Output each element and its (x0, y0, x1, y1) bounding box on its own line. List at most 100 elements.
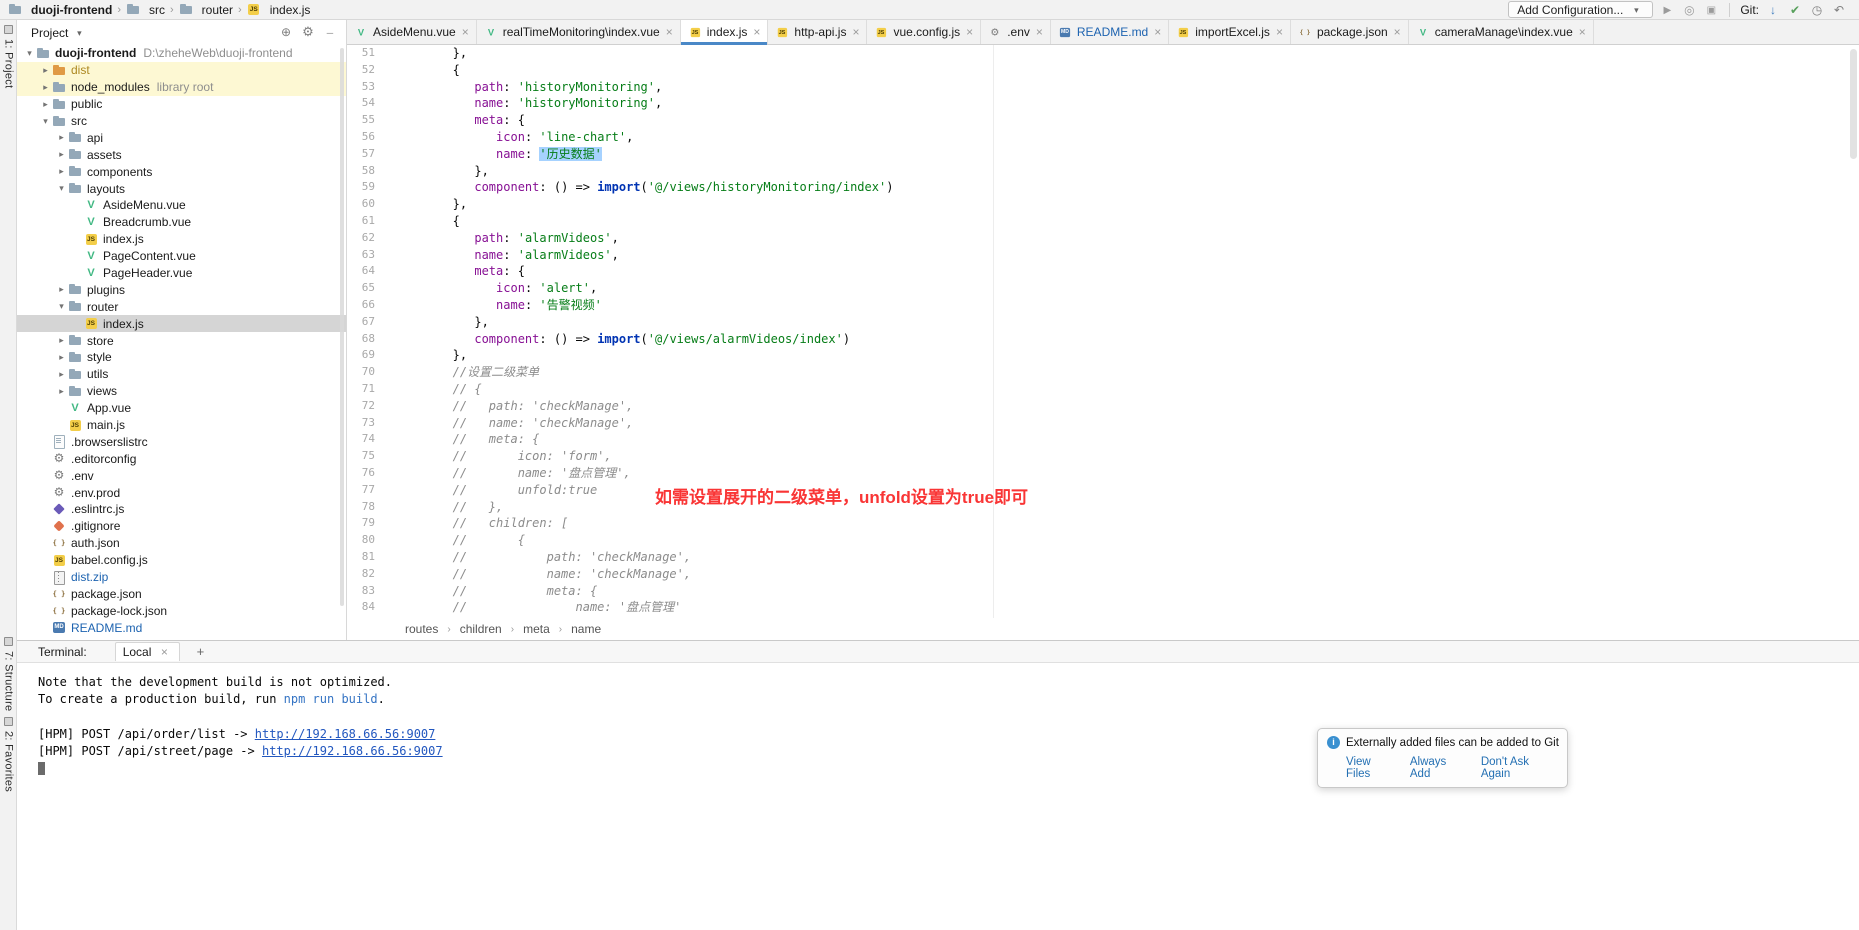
project-tree-row[interactable]: babel.config.js (17, 552, 346, 569)
vcs-commit-icon[interactable] (1787, 2, 1803, 18)
project-tree-row[interactable]: AsideMenu.vue (17, 197, 346, 214)
editor-tab[interactable]: importExcel.js× (1169, 20, 1291, 44)
notification-action-link[interactable]: Don't Ask Again (1481, 756, 1559, 780)
line-number[interactable]: 57 (347, 146, 375, 163)
code-line[interactable]: 72 // path: 'checkManage', (347, 398, 1859, 415)
breadcrumb-item[interactable]: index.js (245, 3, 313, 17)
code-breadcrumb-item[interactable]: name (571, 622, 601, 636)
line-number[interactable]: 52 (347, 62, 375, 79)
tab-close-icon[interactable]: × (1036, 25, 1043, 39)
line-number[interactable]: 79 (347, 515, 375, 532)
code-line[interactable]: 62 path: 'alarmVideos', (347, 230, 1859, 247)
tree-expand-arrow-icon[interactable]: ▾ (55, 301, 68, 312)
line-number[interactable]: 84 (347, 599, 375, 616)
line-number[interactable]: 81 (347, 549, 375, 566)
project-tree-row[interactable]: ▾router (17, 298, 346, 315)
line-number[interactable]: 66 (347, 297, 375, 314)
tab-close-icon[interactable]: × (1154, 25, 1161, 39)
code-line[interactable]: 83 // meta: { (347, 583, 1859, 600)
editor-tab[interactable]: package.json× (1291, 20, 1409, 44)
code-line[interactable]: 69 }, (347, 347, 1859, 364)
rollback-icon[interactable] (1831, 2, 1847, 18)
project-tree-row[interactable]: index.js (17, 231, 346, 248)
locate-file-icon[interactable] (278, 24, 294, 41)
profiler-icon[interactable] (1703, 1, 1719, 19)
project-tree-row[interactable]: ▸assets (17, 146, 346, 163)
code-line[interactable]: 68 component: () => import('@/views/alar… (347, 331, 1859, 348)
editor-tab[interactable]: AsideMenu.vue× (347, 20, 477, 44)
line-number[interactable]: 68 (347, 331, 375, 348)
project-scrollbar[interactable] (340, 48, 344, 606)
project-tree-row[interactable]: ▸utils (17, 366, 346, 383)
line-number[interactable]: 63 (347, 247, 375, 264)
code-line[interactable]: 78 // }, (347, 499, 1859, 516)
code-line[interactable]: 55 meta: { (347, 112, 1859, 129)
line-number[interactable]: 58 (347, 163, 375, 180)
code-line[interactable]: 77 // unfold:true (347, 482, 1859, 499)
project-tree-row[interactable]: .browserslistrc (17, 433, 346, 450)
editor-tab[interactable]: cameraManage\index.vue× (1409, 20, 1594, 44)
line-number[interactable]: 73 (347, 415, 375, 432)
line-number[interactable]: 54 (347, 95, 375, 112)
project-tool-window-button[interactable]: 1: Project (0, 25, 17, 88)
notification-action-link[interactable]: Always Add (1410, 756, 1468, 780)
line-number[interactable]: 80 (347, 532, 375, 549)
tree-expand-arrow-icon[interactable]: ▾ (39, 116, 52, 127)
project-tree-row[interactable]: ▸store (17, 332, 346, 349)
project-tree-row[interactable]: ▸api (17, 129, 346, 146)
tree-expand-arrow-icon[interactable]: ▸ (55, 166, 68, 177)
tree-expand-arrow-icon[interactable]: ▸ (55, 369, 68, 380)
gear-icon[interactable] (300, 24, 316, 41)
tree-expand-arrow-icon[interactable]: ▸ (55, 386, 68, 397)
line-number[interactable]: 76 (347, 465, 375, 482)
editor-tab[interactable]: index.js× (681, 20, 769, 44)
breadcrumb-item[interactable]: router (177, 3, 235, 17)
line-number[interactable]: 53 (347, 79, 375, 96)
line-number[interactable]: 60 (347, 196, 375, 213)
line-number[interactable]: 62 (347, 230, 375, 247)
project-tree-row[interactable]: ▸views (17, 383, 346, 400)
code-line[interactable]: 75 // icon: 'form', (347, 448, 1859, 465)
tree-expand-arrow-icon[interactable]: ▸ (55, 335, 68, 346)
tree-expand-arrow-icon[interactable]: ▸ (39, 99, 52, 110)
code-line[interactable]: 74 // meta: { (347, 431, 1859, 448)
project-tree-row[interactable]: package.json (17, 586, 346, 603)
editor-tab[interactable]: http-api.js× (768, 20, 867, 44)
project-tree-row[interactable]: ▾layouts (17, 180, 346, 197)
tree-expand-arrow-icon[interactable]: ▾ (55, 183, 68, 194)
code-line[interactable]: 79 // children: [ (347, 515, 1859, 532)
code-line[interactable]: 71 // { (347, 381, 1859, 398)
project-tree-row[interactable]: .editorconfig (17, 450, 346, 467)
line-number[interactable]: 65 (347, 280, 375, 297)
close-icon[interactable] (156, 644, 172, 660)
code-line[interactable]: 73 // name: 'checkManage', (347, 415, 1859, 432)
line-number[interactable]: 64 (347, 263, 375, 280)
line-number[interactable]: 83 (347, 583, 375, 600)
code-line[interactable]: 60 }, (347, 196, 1859, 213)
code-line[interactable]: 57 name: '历史数据' (347, 146, 1859, 163)
project-tree-row[interactable]: .env.prod (17, 484, 346, 501)
line-number[interactable]: 67 (347, 314, 375, 331)
line-number[interactable]: 51 (347, 45, 375, 62)
tab-close-icon[interactable]: × (753, 25, 760, 39)
code-line[interactable]: 64 meta: { (347, 263, 1859, 280)
history-icon[interactable] (1809, 2, 1825, 18)
line-number[interactable]: 56 (347, 129, 375, 146)
project-tree-row[interactable]: .env (17, 467, 346, 484)
tab-close-icon[interactable]: × (1276, 25, 1283, 39)
line-number[interactable]: 59 (347, 179, 375, 196)
terminal-link[interactable]: http://192.168.66.56:9007 (262, 744, 443, 758)
code-line[interactable]: 82 // name: 'checkManage', (347, 566, 1859, 583)
project-tree-row[interactable]: ▸style (17, 349, 346, 366)
project-tree-row[interactable]: PageHeader.vue (17, 265, 346, 282)
vcs-update-icon[interactable] (1765, 2, 1781, 18)
code-line[interactable]: 56 icon: 'line-chart', (347, 129, 1859, 146)
run-icon[interactable] (1659, 1, 1675, 19)
line-number[interactable]: 61 (347, 213, 375, 230)
editor-tab[interactable]: realTimeMonitoring\index.vue× (477, 20, 681, 44)
line-number[interactable]: 71 (347, 381, 375, 398)
code-line[interactable]: 66 name: '告警视频' (347, 297, 1859, 314)
breadcrumb-item[interactable]: src (124, 3, 167, 17)
project-tree-row[interactable]: ▸public (17, 96, 346, 113)
code-line[interactable]: 53 path: 'historyMonitoring', (347, 79, 1859, 96)
